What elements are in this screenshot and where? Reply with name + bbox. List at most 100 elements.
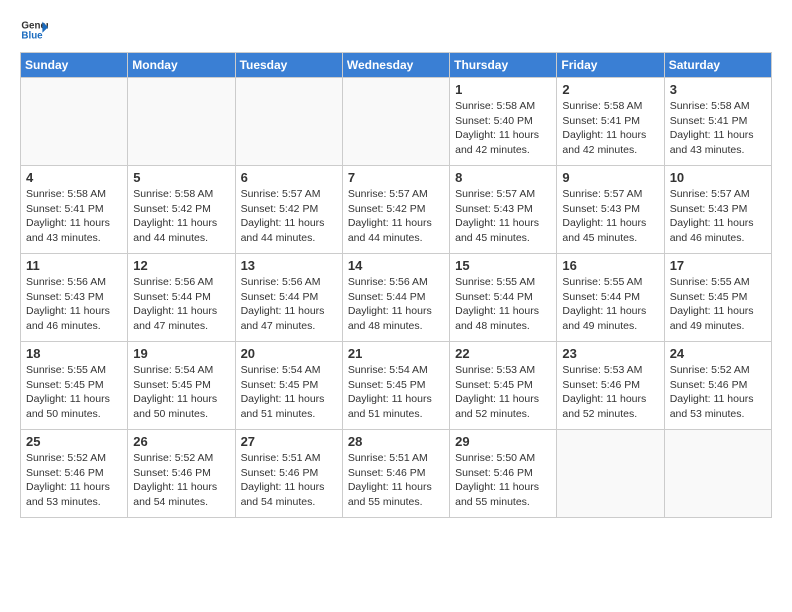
calendar-cell: 12 Sunrise: 5:56 AMSunset: 5:44 PMDayligh…	[128, 254, 235, 342]
calendar-cell: 15 Sunrise: 5:55 AMSunset: 5:44 PMDayligh…	[450, 254, 557, 342]
calendar-cell	[342, 78, 449, 166]
day-number: 28	[348, 434, 444, 449]
day-number: 21	[348, 346, 444, 361]
day-info: Sunrise: 5:50 AMSunset: 5:46 PMDaylight:…	[455, 451, 551, 510]
page-header: General Blue	[20, 16, 772, 44]
day-header-sunday: Sunday	[21, 53, 128, 78]
day-header-wednesday: Wednesday	[342, 53, 449, 78]
day-info: Sunrise: 5:58 AMSunset: 5:42 PMDaylight:…	[133, 187, 229, 246]
day-info: Sunrise: 5:52 AMSunset: 5:46 PMDaylight:…	[26, 451, 122, 510]
week-row-4: 18 Sunrise: 5:55 AMSunset: 5:45 PMDayligh…	[21, 342, 772, 430]
day-number: 16	[562, 258, 658, 273]
day-number: 13	[241, 258, 337, 273]
logo: General Blue	[20, 16, 48, 44]
day-number: 14	[348, 258, 444, 273]
day-number: 12	[133, 258, 229, 273]
day-number: 7	[348, 170, 444, 185]
calendar-cell: 16 Sunrise: 5:55 AMSunset: 5:44 PMDayligh…	[557, 254, 664, 342]
day-info: Sunrise: 5:57 AMSunset: 5:43 PMDaylight:…	[670, 187, 766, 246]
calendar-cell: 19 Sunrise: 5:54 AMSunset: 5:45 PMDayligh…	[128, 342, 235, 430]
day-number: 29	[455, 434, 551, 449]
logo-icon: General Blue	[20, 16, 48, 44]
calendar-cell: 20 Sunrise: 5:54 AMSunset: 5:45 PMDayligh…	[235, 342, 342, 430]
day-header-friday: Friday	[557, 53, 664, 78]
calendar-cell: 29 Sunrise: 5:50 AMSunset: 5:46 PMDayligh…	[450, 430, 557, 518]
day-header-thursday: Thursday	[450, 53, 557, 78]
day-info: Sunrise: 5:51 AMSunset: 5:46 PMDaylight:…	[348, 451, 444, 510]
calendar-cell: 23 Sunrise: 5:53 AMSunset: 5:46 PMDayligh…	[557, 342, 664, 430]
day-number: 5	[133, 170, 229, 185]
day-info: Sunrise: 5:56 AMSunset: 5:44 PMDaylight:…	[133, 275, 229, 334]
calendar-cell: 7 Sunrise: 5:57 AMSunset: 5:42 PMDaylight…	[342, 166, 449, 254]
calendar-cell: 22 Sunrise: 5:53 AMSunset: 5:45 PMDayligh…	[450, 342, 557, 430]
day-info: Sunrise: 5:58 AMSunset: 5:40 PMDaylight:…	[455, 99, 551, 158]
calendar-cell: 5 Sunrise: 5:58 AMSunset: 5:42 PMDaylight…	[128, 166, 235, 254]
day-number: 8	[455, 170, 551, 185]
day-info: Sunrise: 5:57 AMSunset: 5:43 PMDaylight:…	[455, 187, 551, 246]
day-number: 19	[133, 346, 229, 361]
day-number: 26	[133, 434, 229, 449]
day-info: Sunrise: 5:56 AMSunset: 5:44 PMDaylight:…	[241, 275, 337, 334]
calendar-cell: 14Sunrise: 5:56 AMSunset: 5:44 PMDayligh…	[342, 254, 449, 342]
week-row-5: 25 Sunrise: 5:52 AMSunset: 5:46 PMDayligh…	[21, 430, 772, 518]
calendar-cell: 8 Sunrise: 5:57 AMSunset: 5:43 PMDaylight…	[450, 166, 557, 254]
day-info: Sunrise: 5:54 AMSunset: 5:45 PMDaylight:…	[133, 363, 229, 422]
day-number: 22	[455, 346, 551, 361]
day-number: 23	[562, 346, 658, 361]
day-info: Sunrise: 5:53 AMSunset: 5:46 PMDaylight:…	[562, 363, 658, 422]
day-info: Sunrise: 5:56 AMSunset: 5:43 PMDaylight:…	[26, 275, 122, 334]
calendar-cell	[128, 78, 235, 166]
day-number: 15	[455, 258, 551, 273]
day-info: Sunrise: 5:58 AMSunset: 5:41 PMDaylight:…	[670, 99, 766, 158]
day-number: 10	[670, 170, 766, 185]
day-info: Sunrise: 5:55 AMSunset: 5:45 PMDaylight:…	[670, 275, 766, 334]
calendar-cell: 6Sunrise: 5:57 AMSunset: 5:42 PMDaylight…	[235, 166, 342, 254]
calendar-table: SundayMondayTuesdayWednesdayThursdayFrid…	[20, 52, 772, 518]
day-number: 2	[562, 82, 658, 97]
day-info: Sunrise: 5:53 AMSunset: 5:45 PMDaylight:…	[455, 363, 551, 422]
day-info: Sunrise: 5:55 AMSunset: 5:44 PMDaylight:…	[455, 275, 551, 334]
day-info: Sunrise: 5:55 AMSunset: 5:44 PMDaylight:…	[562, 275, 658, 334]
day-number: 9	[562, 170, 658, 185]
calendar-cell: 1 Sunrise: 5:58 AMSunset: 5:40 PMDaylight…	[450, 78, 557, 166]
svg-text:Blue: Blue	[21, 30, 43, 41]
day-info: Sunrise: 5:58 AMSunset: 5:41 PMDaylight:…	[562, 99, 658, 158]
day-info: Sunrise: 5:52 AMSunset: 5:46 PMDaylight:…	[133, 451, 229, 510]
day-number: 1	[455, 82, 551, 97]
day-number: 11	[26, 258, 122, 273]
day-number: 20	[241, 346, 337, 361]
day-info: Sunrise: 5:58 AMSunset: 5:41 PMDaylight:…	[26, 187, 122, 246]
calendar-cell: 21Sunrise: 5:54 AMSunset: 5:45 PMDayligh…	[342, 342, 449, 430]
day-header-tuesday: Tuesday	[235, 53, 342, 78]
day-number: 27	[241, 434, 337, 449]
calendar-cell: 4 Sunrise: 5:58 AMSunset: 5:41 PMDaylight…	[21, 166, 128, 254]
week-row-2: 4 Sunrise: 5:58 AMSunset: 5:41 PMDaylight…	[21, 166, 772, 254]
day-number: 18	[26, 346, 122, 361]
calendar-cell: 24Sunrise: 5:52 AMSunset: 5:46 PMDayligh…	[664, 342, 771, 430]
calendar-cell: 2 Sunrise: 5:58 AMSunset: 5:41 PMDaylight…	[557, 78, 664, 166]
calendar-cell	[664, 430, 771, 518]
calendar-cell: 27 Sunrise: 5:51 AMSunset: 5:46 PMDayligh…	[235, 430, 342, 518]
day-info: Sunrise: 5:52 AMSunset: 5:46 PMDaylight:…	[670, 363, 766, 422]
day-info: Sunrise: 5:57 AMSunset: 5:43 PMDaylight:…	[562, 187, 658, 246]
calendar-cell: 9 Sunrise: 5:57 AMSunset: 5:43 PMDaylight…	[557, 166, 664, 254]
day-info: Sunrise: 5:57 AMSunset: 5:42 PMDaylight:…	[241, 187, 337, 246]
day-info: Sunrise: 5:57 AMSunset: 5:42 PMDaylight:…	[348, 187, 444, 246]
day-number: 17	[670, 258, 766, 273]
calendar-cell: 11 Sunrise: 5:56 AMSunset: 5:43 PMDayligh…	[21, 254, 128, 342]
calendar-cell	[557, 430, 664, 518]
day-info: Sunrise: 5:55 AMSunset: 5:45 PMDaylight:…	[26, 363, 122, 422]
day-header-saturday: Saturday	[664, 53, 771, 78]
day-info: Sunrise: 5:51 AMSunset: 5:46 PMDaylight:…	[241, 451, 337, 510]
calendar-cell: 13 Sunrise: 5:56 AMSunset: 5:44 PMDayligh…	[235, 254, 342, 342]
calendar-cell	[21, 78, 128, 166]
calendar-cell: 26 Sunrise: 5:52 AMSunset: 5:46 PMDayligh…	[128, 430, 235, 518]
calendar-cell	[235, 78, 342, 166]
week-row-1: 1 Sunrise: 5:58 AMSunset: 5:40 PMDaylight…	[21, 78, 772, 166]
week-row-3: 11 Sunrise: 5:56 AMSunset: 5:43 PMDayligh…	[21, 254, 772, 342]
day-number: 4	[26, 170, 122, 185]
calendar-cell: 17 Sunrise: 5:55 AMSunset: 5:45 PMDayligh…	[664, 254, 771, 342]
calendar-cell: 10 Sunrise: 5:57 AMSunset: 5:43 PMDayligh…	[664, 166, 771, 254]
day-number: 25	[26, 434, 122, 449]
day-info: Sunrise: 5:54 AMSunset: 5:45 PMDaylight:…	[241, 363, 337, 422]
